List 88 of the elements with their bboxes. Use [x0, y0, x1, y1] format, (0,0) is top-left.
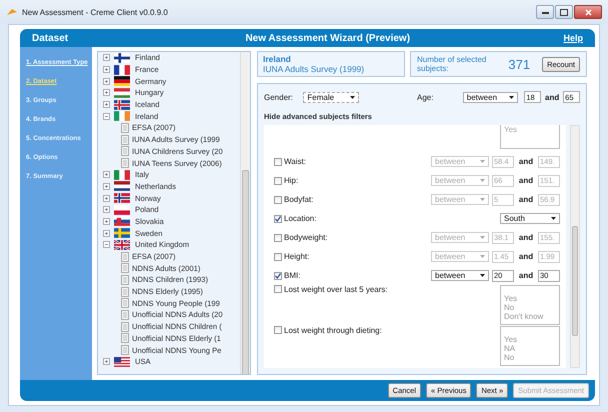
checkbox[interactable]: [274, 326, 282, 334]
and-label: and: [544, 92, 560, 102]
caret-icon: [480, 179, 485, 182]
help-link[interactable]: Help: [563, 33, 583, 43]
and-label: and: [518, 271, 534, 280]
expand-icon[interactable]: [103, 101, 110, 108]
minimize-icon: [542, 10, 548, 14]
checkbox[interactable]: [274, 196, 282, 204]
checkbox[interactable]: [274, 285, 282, 293]
close-icon: [584, 8, 592, 16]
maximize-button[interactable]: [555, 5, 573, 19]
expand-icon[interactable]: [103, 78, 110, 85]
minimize-button[interactable]: [536, 5, 554, 19]
checkbox[interactable]: [274, 252, 282, 260]
expand-icon[interactable]: [103, 171, 110, 178]
filter-label: Lost weight over last 5 years:: [284, 285, 389, 294]
flag-icon: [114, 181, 130, 192]
expand-icon[interactable]: [103, 206, 110, 214]
wizard-title: New Assessment Wizard (Preview): [244, 32, 412, 44]
expand-icon[interactable]: [103, 182, 110, 190]
caret-icon: [509, 96, 514, 98]
caret-icon: [480, 274, 485, 277]
caret-icon: [480, 198, 485, 201]
location-select[interactable]: South: [500, 213, 560, 224]
expand-icon[interactable]: [103, 194, 110, 202]
and-label: and: [518, 233, 534, 242]
flag-icon: [114, 170, 130, 180]
selected-country: Ireland: [263, 54, 292, 64]
document-icon: [121, 158, 129, 168]
age-label: Age:: [416, 92, 434, 102]
expand-icon[interactable]: [103, 358, 110, 366]
flag-icon: [114, 204, 130, 215]
caret-icon: [551, 217, 556, 220]
flag-icon: [114, 52, 130, 63]
caret-icon: [350, 96, 355, 98]
maximize-icon: [560, 8, 568, 16]
flag-icon: [114, 111, 130, 122]
subject-count: 371: [508, 56, 530, 72]
flag-icon: [114, 216, 130, 226]
flag-icon: [114, 76, 130, 86]
checkbox[interactable]: [274, 176, 282, 184]
count-label: Number of selected subjects:: [417, 55, 488, 73]
scrollbar[interactable]: [570, 125, 580, 368]
expand-icon[interactable]: [103, 66, 110, 74]
flag-icon: [114, 193, 130, 204]
caret-icon: [480, 255, 485, 258]
age-operator-select[interactable]: between: [462, 92, 518, 102]
checkbox[interactable]: [274, 234, 282, 242]
and-label: and: [518, 252, 534, 261]
expand-icon[interactable]: [103, 89, 110, 96]
app-icon: [6, 7, 18, 17]
section-title: Dataset: [31, 32, 70, 44]
and-label: and: [518, 176, 534, 185]
collapse-icon[interactable]: [103, 241, 110, 248]
selected-survey: IUNA Adults Survey (1999): [263, 64, 366, 74]
and-label: and: [518, 157, 534, 166]
flag-icon: [114, 356, 130, 367]
filter-label: Waist:: [284, 157, 307, 166]
gender-select[interactable]: Female: [303, 92, 359, 102]
checkbox[interactable]: [274, 214, 282, 222]
filter-label: Height:: [284, 252, 310, 261]
window-title: New Assessment - Creme Client v0.0.9.0: [22, 8, 169, 16]
checkbox[interactable]: [274, 158, 282, 166]
collapse-icon[interactable]: [103, 112, 110, 120]
expand-icon[interactable]: [103, 54, 110, 62]
flag-icon: [114, 64, 130, 75]
filter-label: Location:: [284, 214, 318, 223]
flag-icon: [114, 240, 130, 250]
filter-label: Lost weight through dieting:: [284, 326, 383, 335]
close-button[interactable]: [574, 5, 602, 19]
flag-icon: [114, 88, 130, 98]
caret-icon: [480, 236, 485, 239]
scrollbar[interactable]: [240, 52, 250, 374]
operator-select[interactable]: between: [431, 270, 489, 281]
caret-icon: [480, 160, 485, 163]
flag-icon: [114, 228, 130, 238]
expand-icon[interactable]: [103, 218, 110, 225]
checkbox[interactable]: [274, 272, 282, 280]
filter-label: BMI:: [284, 271, 302, 280]
and-label: and: [518, 195, 534, 204]
expand-icon[interactable]: [103, 230, 110, 237]
filter-label: Hip:: [284, 176, 300, 185]
flag-icon: [114, 100, 130, 110]
document-icon: [121, 122, 129, 133]
filter-label: Bodyfat:: [284, 195, 314, 204]
gender-label: Gender:: [264, 92, 294, 102]
filter-label: Bodyweight:: [284, 233, 329, 242]
document-icon: [121, 345, 129, 356]
